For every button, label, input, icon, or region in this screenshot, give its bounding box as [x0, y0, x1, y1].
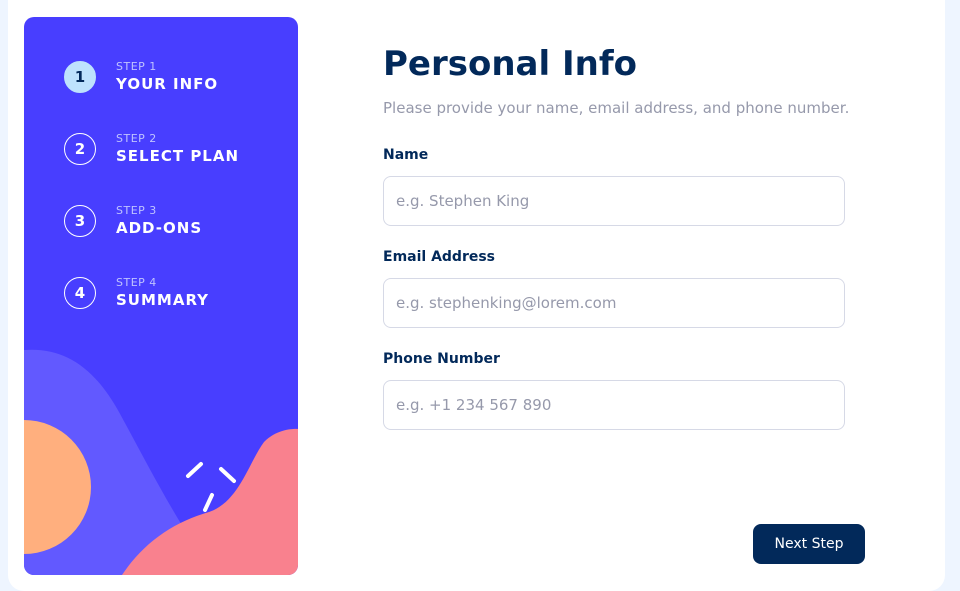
step-2-title: SELECT PLAN [116, 147, 240, 165]
step-4-label: STEP 4 [116, 276, 157, 289]
decor-dash-1 [186, 462, 203, 478]
step-2-number: 2 [64, 133, 96, 165]
step-2-label: STEP 2 [116, 132, 157, 145]
email-input[interactable] [383, 278, 845, 328]
decor-dash-2 [219, 467, 236, 483]
email-label: Email Address [383, 249, 496, 265]
name-label: Name [383, 147, 429, 163]
step-4[interactable]: 4 STEP 4 SUMMARY [64, 276, 209, 310]
phone-label: Phone Number [383, 351, 500, 367]
name-input[interactable] [383, 176, 845, 226]
form-card: 1 STEP 1 YOUR INFO 2 STEP 2 SELECT PLAN … [8, 0, 945, 591]
step-1-number: 1 [64, 61, 96, 93]
decor-dash-3 [203, 493, 214, 512]
step-1-label: STEP 1 [116, 60, 157, 73]
page-title: Personal Info [383, 44, 637, 84]
step-4-number: 4 [64, 277, 96, 309]
step-4-title: SUMMARY [116, 291, 210, 309]
page-subtitle: Please provide your name, email address,… [383, 99, 850, 117]
step-3-title: ADD-ONS [116, 219, 203, 237]
step-3-label: STEP 3 [116, 204, 157, 217]
step-1-title: YOUR INFO [116, 75, 219, 93]
sidebar: 1 STEP 1 YOUR INFO 2 STEP 2 SELECT PLAN … [24, 17, 298, 575]
next-step-button[interactable]: Next Step [753, 524, 865, 564]
main-form: Personal Info Please provide your name, … [383, 0, 865, 591]
phone-input[interactable] [383, 380, 845, 430]
step-1[interactable]: 1 STEP 1 YOUR INFO [64, 60, 218, 94]
step-2[interactable]: 2 STEP 2 SELECT PLAN [64, 132, 239, 166]
step-3-number: 3 [64, 205, 96, 237]
step-3[interactable]: 3 STEP 3 ADD-ONS [64, 204, 202, 238]
